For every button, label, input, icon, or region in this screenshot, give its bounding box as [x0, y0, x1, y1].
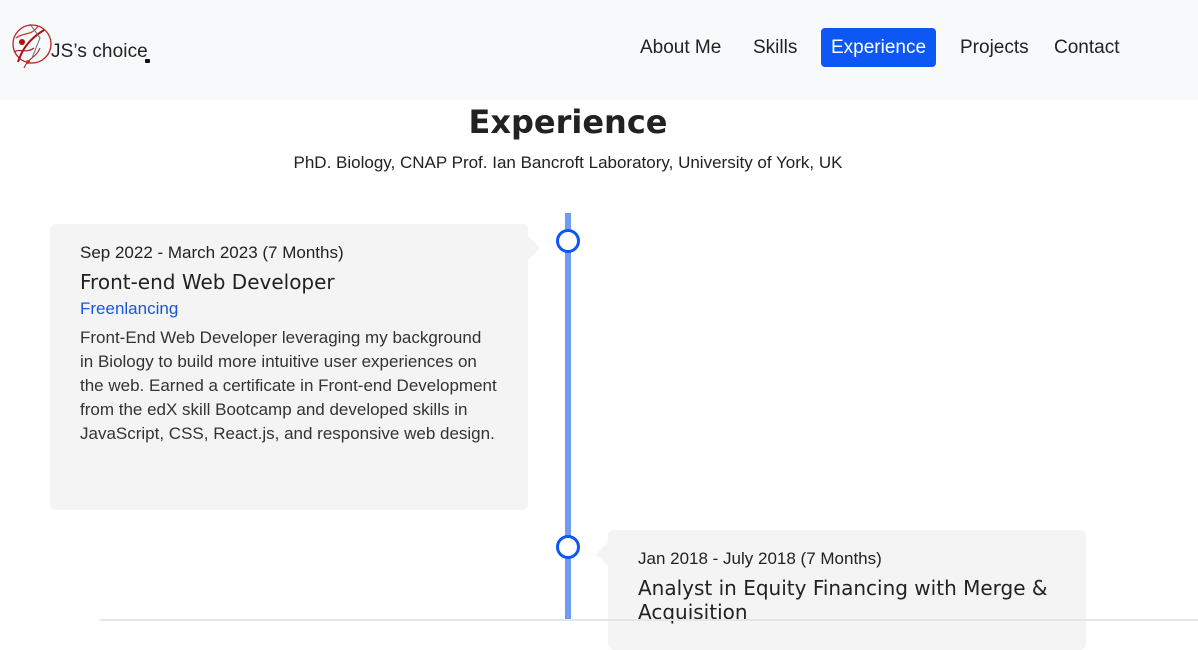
section-subtitle: PhD. Biology, CNAP Prof. Ian Bancroft La…: [293, 153, 843, 172]
site-header: JS’s choice About Me Skills Experience P…: [0, 0, 1198, 100]
timeline-line: [565, 213, 571, 621]
timeline-dot: [556, 535, 580, 559]
section-title: Experience: [468, 103, 668, 141]
nav-link-contact[interactable]: Contact: [1054, 28, 1119, 67]
experience-card: Sep 2022 - March 2023 (7 Months) Front-e…: [50, 224, 540, 510]
experience-description: Front-End Web Developer leveraging my ba…: [80, 328, 497, 443]
experience-card: Jan 2018 - July 2018 (7 Months) Analyst …: [596, 530, 1086, 650]
card-pointer: [596, 542, 608, 566]
experience-org-link[interactable]: Freenlancing: [80, 298, 178, 320]
timeline-dot: [556, 229, 580, 253]
nav-link-about-me[interactable]: About Me: [640, 28, 721, 67]
nav-link-projects[interactable]: Projects: [960, 28, 1029, 67]
experience-role: Analyst in Equity Financing with Merge &…: [638, 576, 1048, 624]
card-pointer: [528, 236, 540, 260]
nav-link-skills[interactable]: Skills: [753, 28, 797, 67]
main-nav: About Me Skills Experience Projects Cont…: [0, 28, 1198, 68]
nav-link-experience[interactable]: Experience: [821, 28, 937, 67]
experience-date: Jan 2018 - July 2018 (7 Months): [638, 549, 882, 568]
experience-role: Front-end Web Developer: [80, 270, 335, 294]
experience-date: Sep 2022 - March 2023 (7 Months): [80, 243, 344, 262]
